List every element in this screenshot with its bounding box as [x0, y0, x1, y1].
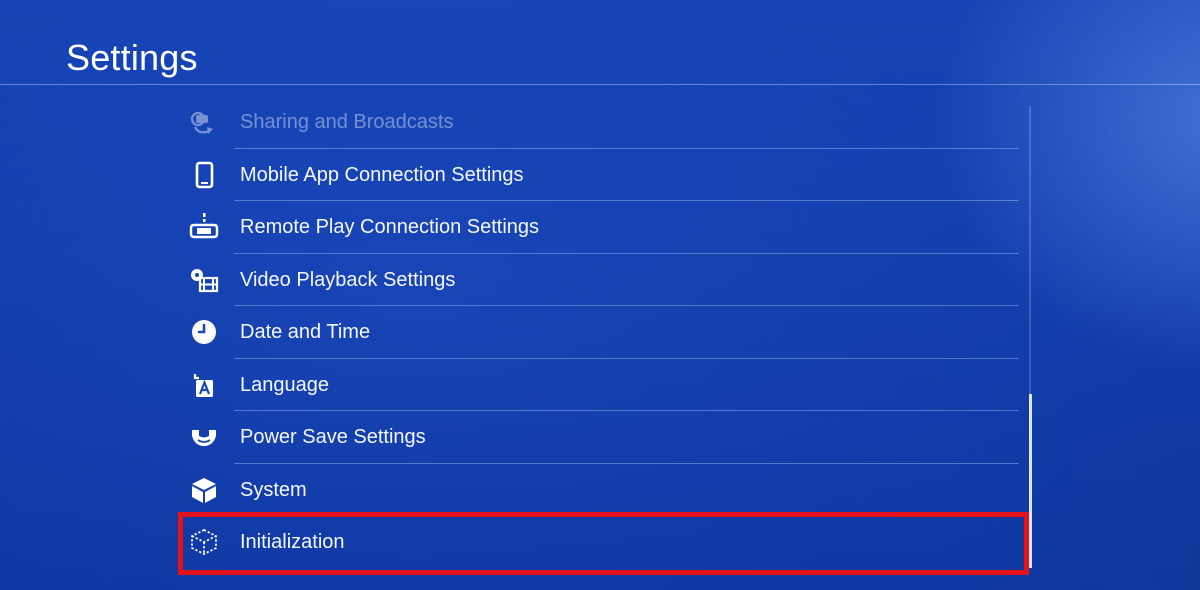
video-playback-icon [189, 265, 219, 295]
menu-item-label: Mobile App Connection Settings [240, 163, 524, 186]
menu-item-label: Date and Time [240, 321, 371, 343]
menu-item-system[interactable]: System [185, 464, 1025, 516]
sharing-broadcast-icon [189, 107, 219, 137]
menu-item-remote-play-connection[interactable]: Remote Play Connection Settings [185, 201, 1025, 254]
menu-item-label: Initialization [240, 531, 345, 553]
header-divider [0, 84, 1200, 85]
clock-icon [189, 317, 219, 347]
menu-item-label: System [240, 478, 307, 501]
initialization-icon [189, 527, 219, 557]
language-icon [189, 370, 219, 400]
menu-item-date-and-time[interactable]: Date and Time [185, 306, 1025, 359]
menu-item-mobile-app-connection[interactable]: Mobile App Connection Settings [185, 149, 1025, 201]
menu-item-label: Remote Play Connection Settings [240, 216, 540, 238]
menu-item-power-save[interactable]: Power Save Settings [185, 411, 1025, 464]
menu-item-sharing-and-broadcasts[interactable]: Sharing and Broadcasts [185, 96, 1025, 149]
menu-item-initialization[interactable]: Initialization [185, 516, 1025, 569]
settings-menu-list: Sharing and Broadcasts Mobile App Connec… [185, 96, 1025, 569]
menu-item-video-playback[interactable]: Video Playback Settings [185, 254, 1025, 306]
power-save-icon [189, 422, 219, 452]
menu-item-label: Language [240, 373, 329, 396]
menu-item-label: Power Save Settings [240, 426, 426, 448]
menu-item-language[interactable]: Language [185, 359, 1025, 411]
menu-item-label: Video Playback Settings [240, 268, 456, 291]
scrollbar-thumb[interactable] [1029, 394, 1032, 568]
menu-item-label: Sharing and Broadcasts [240, 111, 454, 133]
page-title: Settings [66, 37, 198, 78]
system-cube-icon [189, 475, 219, 505]
header-bar: Settings [0, 0, 1200, 85]
remote-play-icon [189, 212, 219, 242]
mobile-phone-icon [189, 160, 219, 190]
